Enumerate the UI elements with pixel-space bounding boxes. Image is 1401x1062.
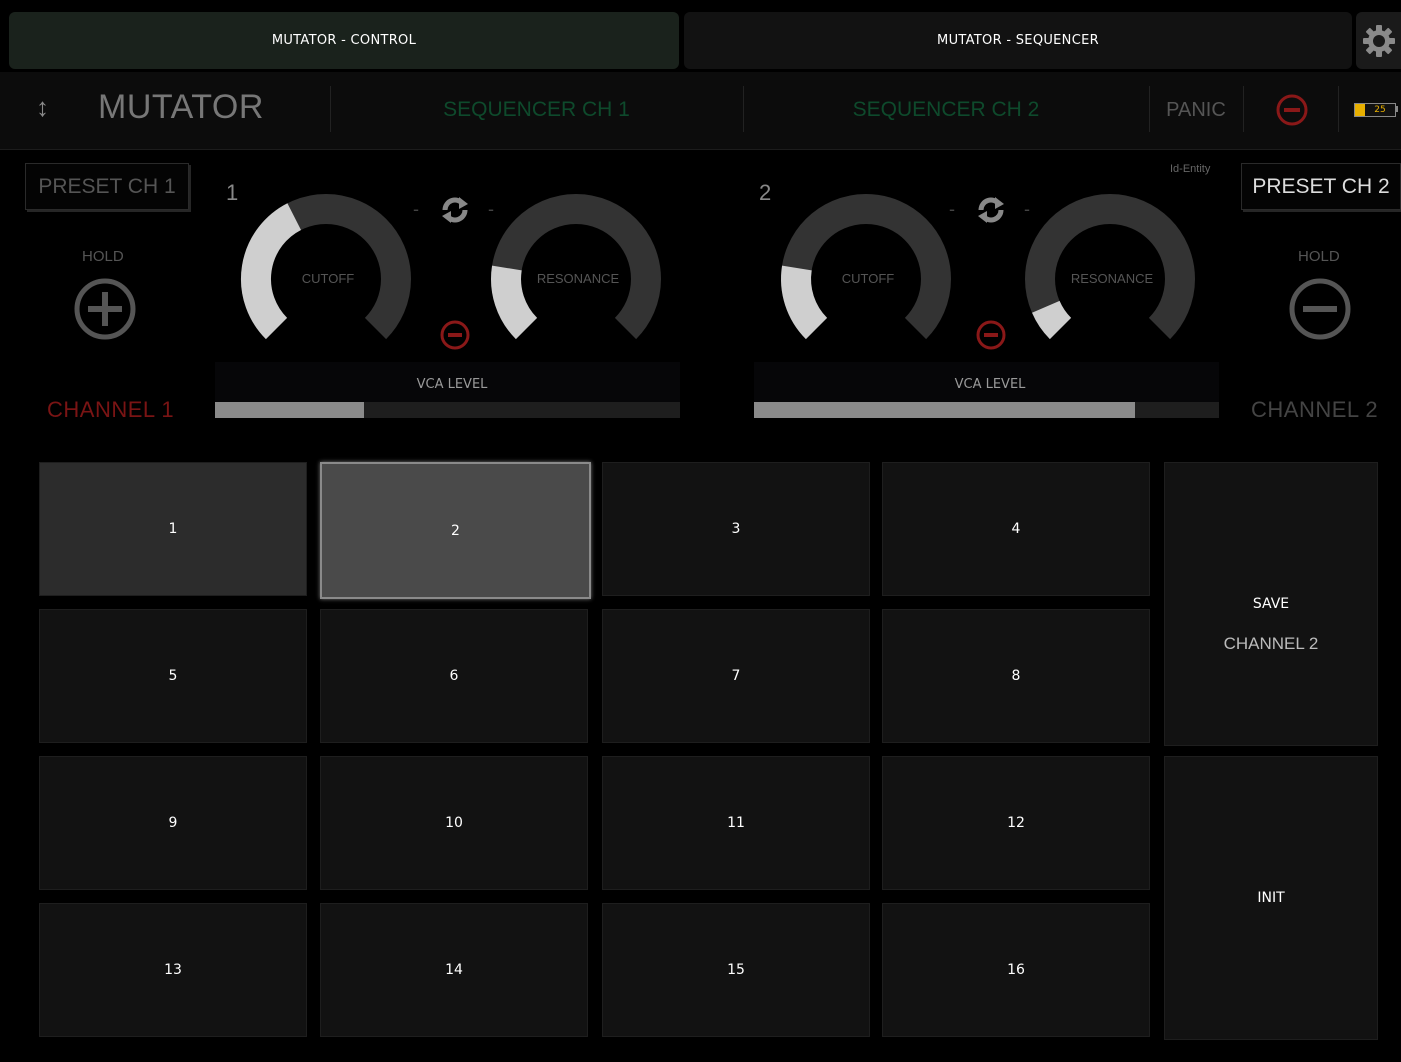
pad-button[interactable]: 9 <box>39 756 307 890</box>
minus-circle-icon[interactable] <box>1275 93 1309 127</box>
pad-label: 4 <box>1011 521 1021 537</box>
tab-sequencer-label: MUTATOR - SEQUENCER <box>937 33 1099 48</box>
pad-label: 3 <box>731 521 741 537</box>
channel1-label[interactable]: CHANNEL 1 <box>47 397 174 423</box>
panic-button[interactable]: PANIC <box>1150 99 1242 122</box>
pad-button[interactable]: 10 <box>320 756 588 890</box>
pad-button[interactable]: 14 <box>320 903 588 1037</box>
pad-button[interactable]: 2 <box>320 462 591 599</box>
pad-label: 1 <box>168 521 178 537</box>
vca-ch1-fill <box>215 402 364 418</box>
vca-ch2-label: VCA LEVEL <box>954 377 1026 392</box>
preset-ch2-button[interactable]: PRESET CH 2 <box>1241 163 1401 210</box>
preset-ch1-button[interactable]: PRESET CH 1 <box>25 163 189 210</box>
pad-label: 8 <box>1011 668 1021 684</box>
resonance-ch2-label: RESONANCE <box>1070 271 1154 286</box>
save-label: SAVE <box>1252 596 1290 612</box>
pad-button[interactable]: 5 <box>39 609 307 743</box>
settings-button[interactable] <box>1356 12 1401 69</box>
tab-control-label: MUTATOR - CONTROL <box>271 33 417 48</box>
knob-value-arc <box>1032 300 1072 340</box>
pad-label: 6 <box>449 668 459 684</box>
minus-circle-icon[interactable] <box>974 318 1008 352</box>
init-button[interactable]: INIT <box>1164 756 1378 1040</box>
pad-label: 15 <box>727 962 745 978</box>
minus-circle-icon[interactable] <box>438 318 472 352</box>
pad-label: 16 <box>1007 962 1025 978</box>
gear-icon <box>1362 24 1395 57</box>
app-title: MUTATOR <box>98 88 264 126</box>
pad-button[interactable]: 8 <box>882 609 1150 743</box>
separator-dash: - <box>949 199 955 219</box>
minus-circle-icon[interactable] <box>1287 276 1353 342</box>
pad-button[interactable]: 16 <box>882 903 1150 1037</box>
battery-level: 25 <box>1374 105 1386 115</box>
pad-label: 9 <box>168 815 178 831</box>
pad-label: 10 <box>445 815 463 831</box>
sync-icon[interactable] <box>439 194 471 226</box>
battery-icon: 25 <box>1354 103 1396 117</box>
hold-ch1-label: HOLD <box>82 248 124 265</box>
init-label: INIT <box>1257 890 1285 906</box>
id-entity-label: Id-Entity <box>1170 163 1211 175</box>
hold-ch2-label: HOLD <box>1298 248 1340 265</box>
save-button[interactable]: SAVE CHANNEL 2 <box>1164 462 1378 746</box>
pad-button[interactable]: 11 <box>602 756 870 890</box>
vca-ch2-fill <box>754 402 1136 418</box>
pad-label: 7 <box>731 668 741 684</box>
pad-button[interactable]: 13 <box>39 903 307 1037</box>
pad-label: 12 <box>1007 815 1025 831</box>
vca-ch2-slider[interactable] <box>754 402 1219 418</box>
pad-label: 14 <box>445 962 463 978</box>
save-channel-label: CHANNEL 2 <box>1223 634 1319 653</box>
pad-button[interactable]: 1 <box>39 462 307 596</box>
vca-ch1-label: VCA LEVEL <box>416 377 488 392</box>
separator-dash: - <box>488 199 494 219</box>
pad-button[interactable]: 12 <box>882 756 1150 890</box>
pad-button[interactable]: 4 <box>882 462 1150 596</box>
sequencer-ch1-button[interactable]: SEQUENCER CH 1 <box>330 98 743 122</box>
pad-label: 2 <box>451 522 460 539</box>
reorder-icon[interactable]: ↕ <box>36 92 49 123</box>
pad-button[interactable]: 15 <box>602 903 870 1037</box>
pad-label: 13 <box>164 962 182 978</box>
separator-dash: - <box>413 199 419 219</box>
channel2-label[interactable]: CHANNEL 2 <box>1251 397 1378 423</box>
tab-sequencer[interactable]: MUTATOR - SEQUENCER <box>684 12 1352 69</box>
cutoff-ch1-label: CUTOFF <box>301 271 355 286</box>
separator-dash: - <box>1024 199 1030 219</box>
pad-label: 5 <box>168 668 178 684</box>
pad-button[interactable]: 7 <box>602 609 870 743</box>
cutoff-ch2-label: CUTOFF <box>841 271 895 286</box>
sync-icon[interactable] <box>975 194 1007 226</box>
vca-ch1-slider[interactable] <box>215 402 680 418</box>
plus-circle-icon[interactable] <box>72 276 138 342</box>
resonance-ch1-label: RESONANCE <box>536 271 620 286</box>
pad-button[interactable]: 3 <box>602 462 870 596</box>
pad-button[interactable]: 6 <box>320 609 588 743</box>
pad-label: 11 <box>727 815 745 831</box>
tab-control[interactable]: MUTATOR - CONTROL <box>9 12 679 69</box>
sequencer-ch2-button[interactable]: SEQUENCER CH 2 <box>743 98 1149 122</box>
